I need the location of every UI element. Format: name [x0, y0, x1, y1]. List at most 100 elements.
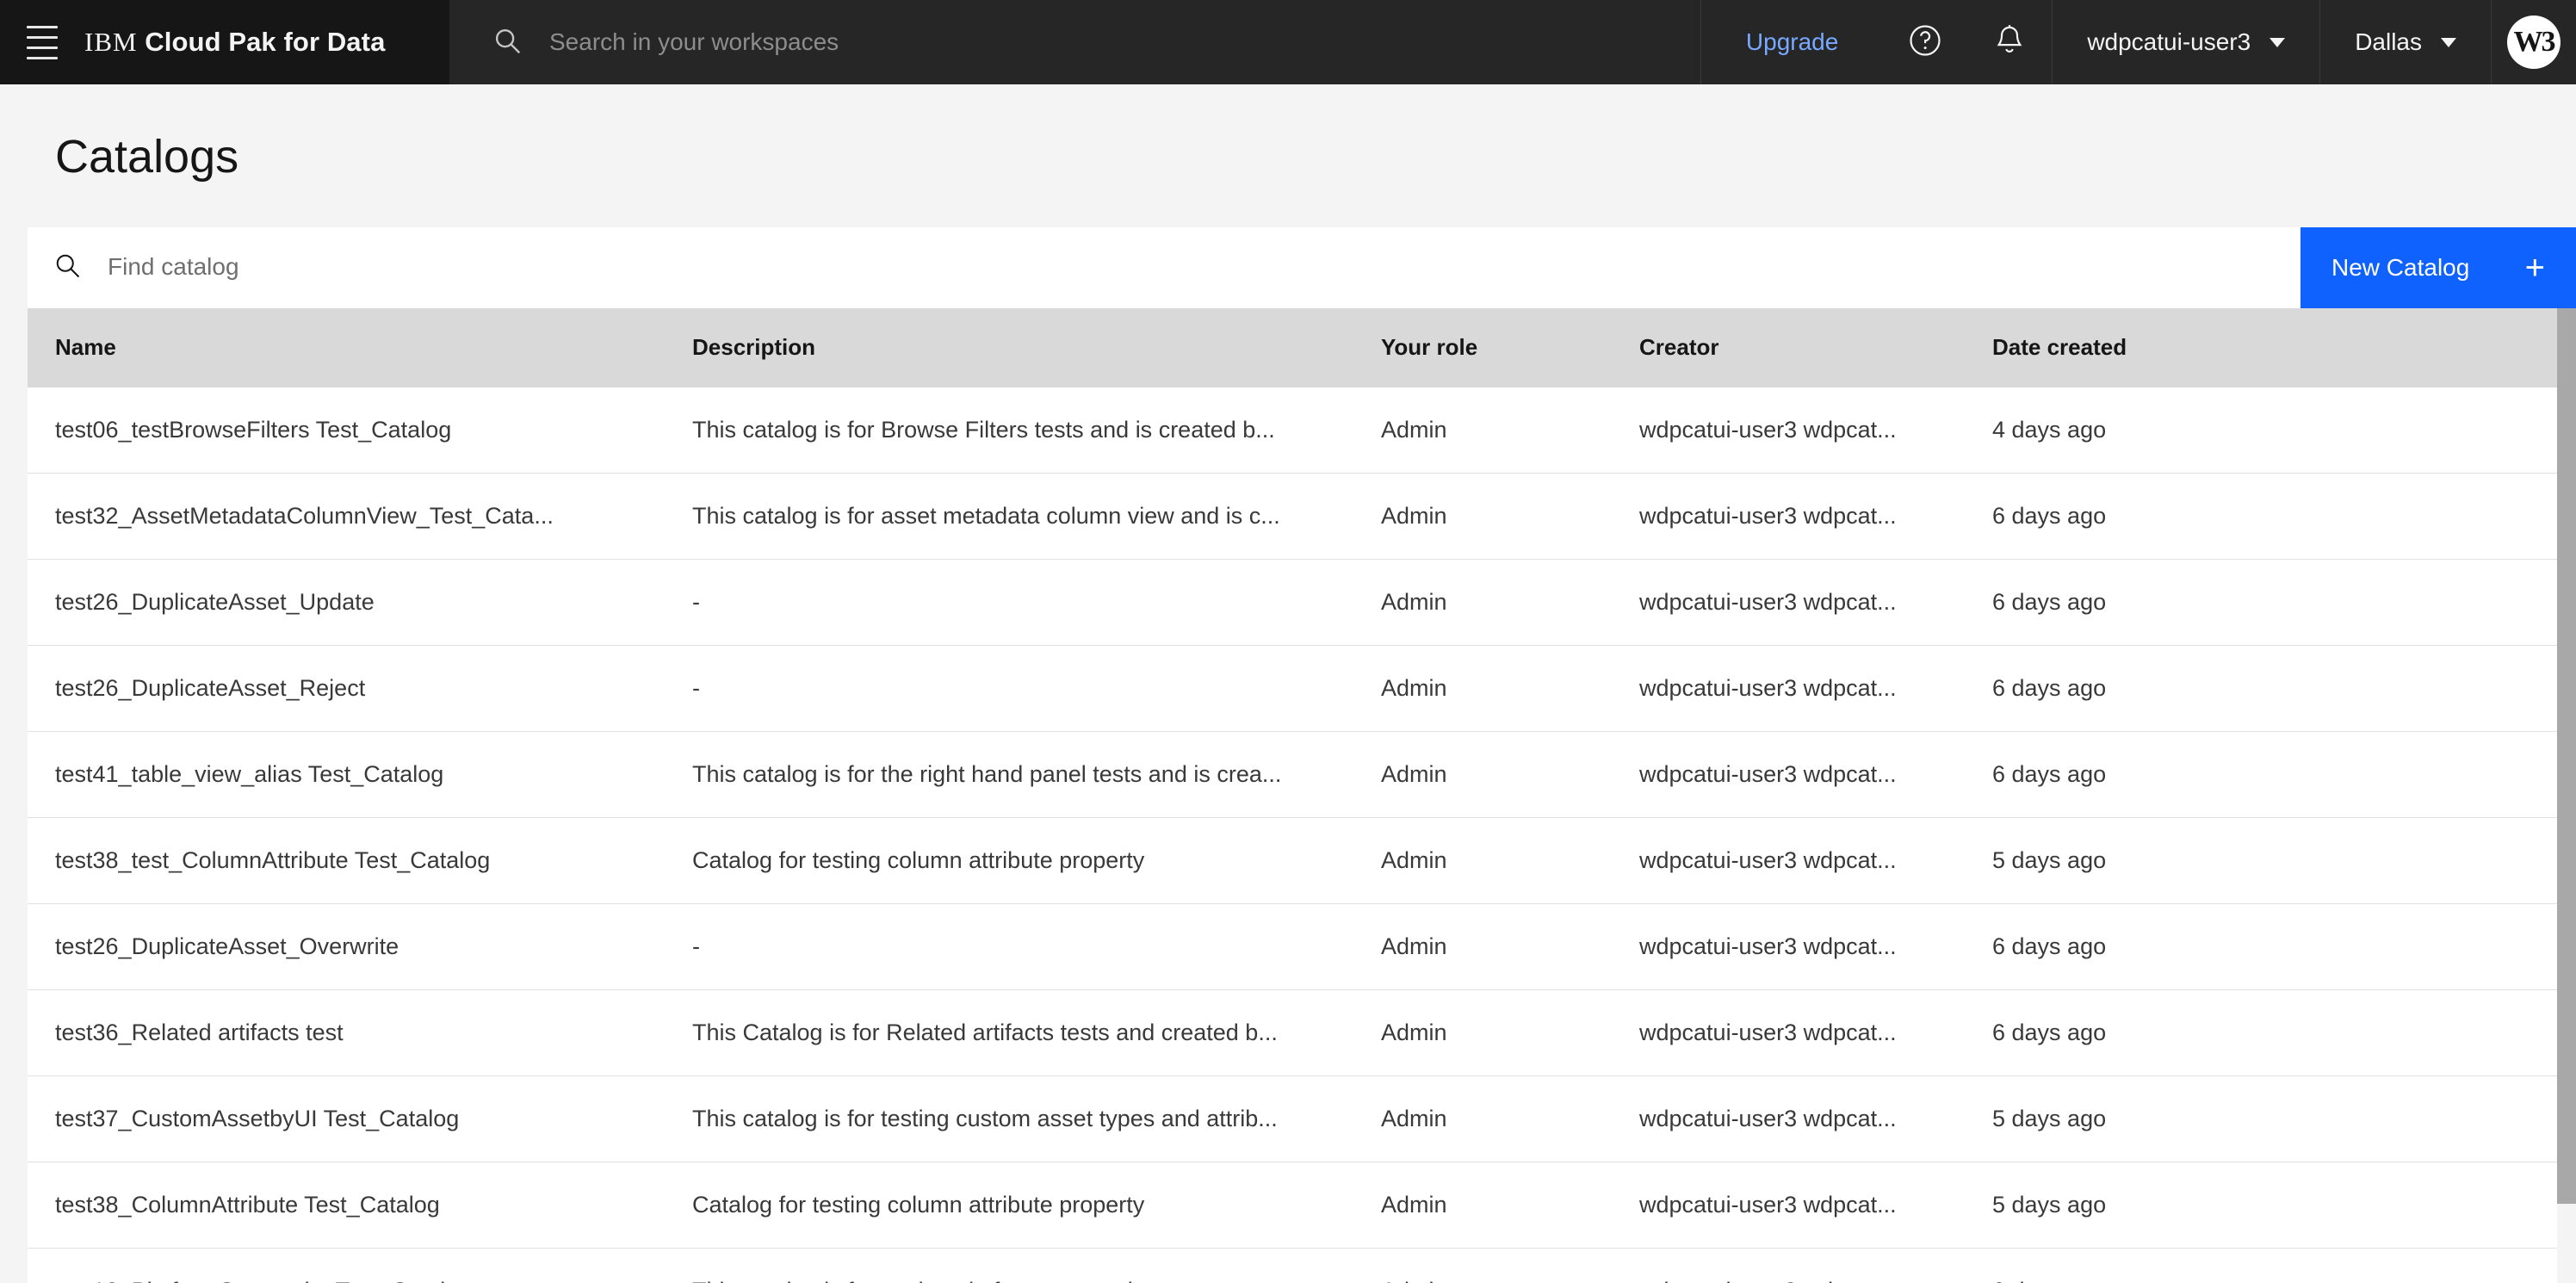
cell-your-role: Admin — [1353, 1248, 1612, 1283]
table-row[interactable]: test26_DuplicateAsset_Overwrite - Admin wdp… — [28, 903, 2576, 991]
search-icon — [52, 250, 83, 285]
cell-date-created: 6 days ago — [1965, 731, 2499, 819]
column-header-name[interactable]: Name — [28, 307, 665, 387]
global-header: IBM Cloud Pak for Data Upgrade — [0, 0, 2576, 84]
cell-description: This catalog is for the right hand panel… — [665, 731, 1353, 819]
cell-date-created: 6 days ago — [1965, 903, 2499, 991]
column-header-creator[interactable]: Creator — [1612, 307, 1965, 387]
help-circle-icon — [1906, 22, 1944, 64]
cell-creator: wdpcatui-user3 wdpcat... — [1612, 1162, 1965, 1249]
table-row[interactable]: test32_AssetMetadataColumnView_Test_Cata… — [28, 473, 2576, 561]
table-row[interactable]: test38_test_ColumnAttribute Test_Catalog… — [28, 817, 2576, 905]
header-brand-area: IBM Cloud Pak for Data — [0, 0, 449, 84]
help-button[interactable] — [1883, 0, 1967, 84]
brand-name: Cloud Pak for Data — [145, 27, 386, 57]
column-header-date-created[interactable]: Date created — [1965, 307, 2499, 387]
cell-catalog-name[interactable]: test38_test_ColumnAttribute Test_Catalog — [28, 817, 665, 905]
header-actions: Upgrade wdpcatui-user3 Dallas W3 — [1700, 0, 2576, 84]
cell-date-created: 4 days ago — [1965, 387, 2499, 474]
cell-description: - — [665, 903, 1353, 991]
chevron-down-icon — [2269, 37, 2286, 47]
cell-catalog-name[interactable]: test32_AssetMetadataColumnView_Test_Cata… — [28, 473, 665, 561]
find-catalog-input[interactable] — [108, 253, 2300, 282]
cell-catalog-name[interactable]: test36_Related artifacts test — [28, 989, 665, 1077]
table-row[interactable]: test38_ColumnAttribute Test_Catalog Catal… — [28, 1162, 2576, 1249]
cell-description: Catalog for testing column attribute pro… — [665, 1162, 1353, 1249]
region-menu[interactable]: Dallas — [2320, 0, 2491, 84]
chevron-down-icon — [2441, 37, 2456, 47]
cell-catalog-name[interactable]: test38_ColumnAttribute Test_Catalog — [28, 1162, 665, 1249]
cell-description: This catalog is for Browse Filters tests… — [665, 387, 1353, 474]
search-icon — [491, 24, 523, 61]
table-row[interactable]: test06_testBrowseFilters Test_Catalog Thi… — [28, 387, 2576, 474]
cell-date-created: 5 days ago — [1965, 1075, 2499, 1163]
cell-date-created: 5 days ago — [1965, 817, 2499, 905]
cell-description: Catalog for testing column attribute pro… — [665, 817, 1353, 905]
catalogs-toolbar: New Catalog + — [28, 226, 2576, 308]
table-scrollbar[interactable] — [2557, 307, 2576, 1283]
catalogs-table-container: Name Description Your role Creator Date … — [28, 307, 2576, 1283]
page-title: Catalogs — [55, 131, 239, 183]
cell-date-created: 6 days ago — [1965, 559, 2499, 647]
cell-creator: wdpcatui-user3 wdpcat... — [1612, 473, 1965, 561]
cell-catalog-name[interactable]: test41_table_view_alias Test_Catalog — [28, 731, 665, 819]
cell-your-role: Admin — [1353, 387, 1612, 474]
avatar: W3 — [2507, 15, 2561, 69]
cell-creator: wdpcatui-user3 wdpcat... — [1612, 645, 1965, 733]
notifications-button[interactable] — [1967, 0, 2052, 84]
cell-creator: wdpcatui-user3 wdpcat... — [1612, 817, 1965, 905]
cell-creator: wdpcatui-user3 wdpcat... — [1612, 731, 1965, 819]
column-header-description[interactable]: Description — [665, 307, 1353, 387]
catalogs-table: Name Description Your role Creator Date … — [28, 307, 2576, 1283]
table-row[interactable]: test41_table_view_alias Test_Catalog This… — [28, 731, 2576, 819]
cell-creator: wdpcatui-user3 wdpcat... — [1612, 387, 1965, 474]
cell-date-created: 5 days ago — [1965, 1162, 2499, 1249]
table-row[interactable]: test37_CustomAssetbyUI Test_Catalog This … — [28, 1075, 2576, 1163]
table-row[interactable]: test26_DuplicateAsset_Reject - Admin wdpcat… — [28, 645, 2576, 733]
cell-catalog-name[interactable]: test26_DuplicateAsset_Update — [28, 559, 665, 647]
cell-your-role: Admin — [1353, 817, 1612, 905]
cell-catalog-name[interactable]: test06_testBrowseFilters Test_Catalog — [28, 387, 665, 474]
cell-date-created: 6 days ago — [1965, 989, 2499, 1077]
product-title[interactable]: IBM Cloud Pak for Data — [84, 27, 385, 58]
cell-your-role: Admin — [1353, 473, 1612, 561]
cell-description: This catalog is for asset metadata colum… — [665, 473, 1353, 561]
global-search[interactable] — [449, 0, 1700, 84]
table-row[interactable]: test13_PlatformConnectionTest_CatalogThi… — [28, 1248, 2576, 1283]
upgrade-link[interactable]: Upgrade — [1701, 0, 1883, 84]
cell-description: - — [665, 645, 1353, 733]
cell-your-role: Admin — [1353, 1162, 1612, 1249]
bell-icon — [1991, 22, 2028, 64]
cell-your-role: Admin — [1353, 559, 1612, 647]
hamburger-menu-icon[interactable] — [0, 0, 84, 84]
cell-your-role: Admin — [1353, 903, 1612, 991]
column-header-your-role[interactable]: Your role — [1353, 307, 1612, 387]
table-row[interactable]: test26_DuplicateAsset_Update - Admin wdpcat… — [28, 559, 2576, 647]
new-catalog-button[interactable]: New Catalog + — [2300, 226, 2576, 308]
table-row[interactable]: test36_Related artifacts test This Catalo… — [28, 989, 2576, 1077]
cell-catalog-name[interactable]: test13_PlatformConnectionTest_Catalog — [28, 1248, 665, 1283]
table-header: Name Description Your role Creator Date … — [28, 307, 2576, 387]
cell-description: This catalog is for testing custom asset… — [665, 1075, 1353, 1163]
cell-creator: wdpcatui-user3 wdpcat... — [1612, 1075, 1965, 1163]
cell-creator: wdpcatui-user3 wdpcat... — [1612, 989, 1965, 1077]
find-catalog-search[interactable] — [28, 227, 2300, 308]
table-body: test06_testBrowseFilters Test_Catalog Thi… — [28, 387, 2576, 1283]
cell-description: - — [665, 559, 1353, 647]
new-catalog-label: New Catalog — [2331, 253, 2470, 281]
cell-description: This catalog is for testing platform con… — [665, 1248, 1353, 1283]
table-header-row: Name Description Your role Creator Date … — [28, 307, 2576, 387]
region-menu-label: Dallas — [2355, 28, 2422, 55]
cell-description: This Catalog is for Related artifacts te… — [665, 989, 1353, 1077]
cell-catalog-name[interactable]: test26_DuplicateAsset_Reject — [28, 645, 665, 733]
user-menu[interactable]: wdpcatui-user3 — [2053, 0, 2319, 84]
page-body: Catalogs New Catalog + Name Descr — [0, 84, 2576, 1283]
cell-catalog-name[interactable]: test26_DuplicateAsset_Overwrite — [28, 903, 665, 991]
cell-date-created: 6 days ago — [1965, 645, 2499, 733]
cell-catalog-name[interactable]: test37_CustomAssetbyUI Test_Catalog — [28, 1075, 665, 1163]
plus-icon: + — [2524, 248, 2545, 287]
avatar-button[interactable]: W3 — [2492, 0, 2576, 84]
table-scrollbar-thumb[interactable] — [2557, 307, 2576, 1204]
global-search-input[interactable] — [549, 28, 1700, 56]
cell-creator: wdpcatui-user3 wdpcat... — [1612, 903, 1965, 991]
